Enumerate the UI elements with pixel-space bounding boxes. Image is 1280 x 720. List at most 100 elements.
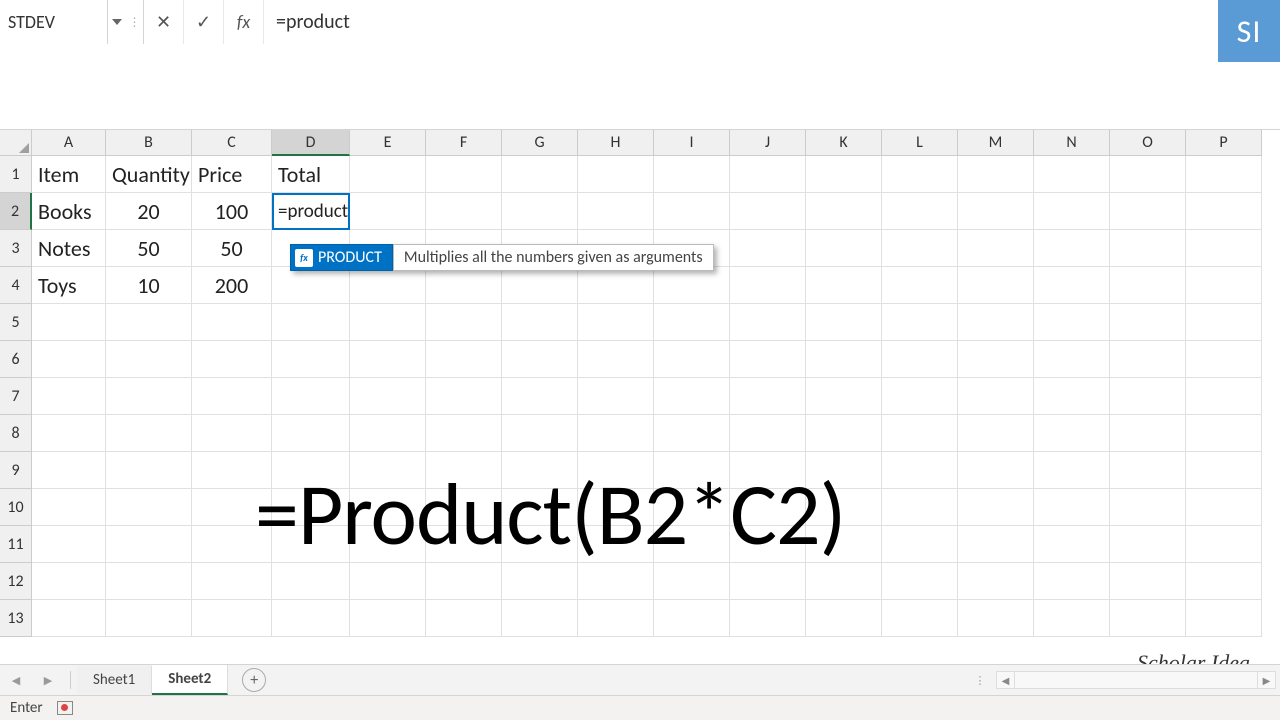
- cell[interactable]: [730, 341, 806, 378]
- formula-input[interactable]: [264, 0, 1218, 44]
- col-header-J[interactable]: J: [730, 130, 806, 156]
- cell[interactable]: [32, 378, 106, 415]
- col-header-O[interactable]: O: [1110, 130, 1186, 156]
- cell[interactable]: [654, 563, 730, 600]
- cell[interactable]: [350, 341, 426, 378]
- cell[interactable]: [882, 563, 958, 600]
- cell[interactable]: [426, 600, 502, 637]
- cell[interactable]: [882, 341, 958, 378]
- cell[interactable]: [192, 415, 272, 452]
- cell-C1[interactable]: Price: [192, 156, 272, 193]
- row-header-2[interactable]: 2: [0, 193, 32, 230]
- cell[interactable]: [350, 600, 426, 637]
- cell[interactable]: [272, 304, 350, 341]
- enter-button[interactable]: ✓: [184, 0, 224, 44]
- cell[interactable]: [1186, 489, 1262, 526]
- cell[interactable]: [106, 452, 192, 489]
- cell[interactable]: [272, 341, 350, 378]
- cell-B2[interactable]: 20: [106, 193, 192, 230]
- col-header-P[interactable]: P: [1186, 130, 1262, 156]
- cell[interactable]: [578, 193, 654, 230]
- cell[interactable]: [1034, 526, 1110, 563]
- cell[interactable]: [730, 267, 806, 304]
- cell[interactable]: [32, 341, 106, 378]
- col-header-H[interactable]: H: [578, 130, 654, 156]
- cell-A2[interactable]: Books: [32, 193, 106, 230]
- cell[interactable]: [730, 600, 806, 637]
- col-header-L[interactable]: L: [882, 130, 958, 156]
- cell[interactable]: [1110, 267, 1186, 304]
- cell[interactable]: [502, 341, 578, 378]
- cell-C3[interactable]: 50: [192, 230, 272, 267]
- cell-B4[interactable]: 10: [106, 267, 192, 304]
- cell[interactable]: [1186, 341, 1262, 378]
- cell[interactable]: [806, 304, 882, 341]
- cell[interactable]: [1110, 378, 1186, 415]
- cell[interactable]: [882, 230, 958, 267]
- cell[interactable]: [1110, 193, 1186, 230]
- cell[interactable]: [654, 415, 730, 452]
- cell[interactable]: [350, 563, 426, 600]
- cell[interactable]: [958, 415, 1034, 452]
- cell[interactable]: [730, 156, 806, 193]
- cell[interactable]: [1110, 415, 1186, 452]
- row-header-12[interactable]: 12: [0, 563, 32, 600]
- cell[interactable]: [730, 378, 806, 415]
- cell[interactable]: [958, 563, 1034, 600]
- row-header-7[interactable]: 7: [0, 378, 32, 415]
- cancel-button[interactable]: ✕: [144, 0, 184, 44]
- add-sheet-button[interactable]: +: [242, 668, 266, 692]
- cell[interactable]: [192, 563, 272, 600]
- cell[interactable]: [426, 415, 502, 452]
- row-header-9[interactable]: 9: [0, 452, 32, 489]
- cell[interactable]: [502, 563, 578, 600]
- row-header-4[interactable]: 4: [0, 267, 32, 304]
- cell[interactable]: [106, 600, 192, 637]
- cell[interactable]: [654, 156, 730, 193]
- cell[interactable]: [192, 304, 272, 341]
- cell[interactable]: [1186, 452, 1262, 489]
- cell[interactable]: [654, 378, 730, 415]
- cell[interactable]: [958, 452, 1034, 489]
- cell-C2[interactable]: 100: [192, 193, 272, 230]
- cell[interactable]: [426, 304, 502, 341]
- col-header-D[interactable]: D: [272, 130, 350, 156]
- cell[interactable]: [1110, 526, 1186, 563]
- cell[interactable]: [32, 600, 106, 637]
- cell[interactable]: [958, 304, 1034, 341]
- cell[interactable]: [958, 378, 1034, 415]
- cell[interactable]: [730, 230, 806, 267]
- row-header-13[interactable]: 13: [0, 600, 32, 637]
- horizontal-scrollbar[interactable]: ◀ ▶: [996, 671, 1276, 689]
- cell[interactable]: [958, 267, 1034, 304]
- cell[interactable]: [350, 193, 426, 230]
- cell[interactable]: [1034, 193, 1110, 230]
- cell[interactable]: [1034, 267, 1110, 304]
- cell[interactable]: [882, 378, 958, 415]
- col-header-B[interactable]: B: [106, 130, 192, 156]
- scroll-right-icon[interactable]: ▶: [1257, 672, 1275, 688]
- macro-record-icon[interactable]: [57, 701, 73, 715]
- cell[interactable]: [502, 304, 578, 341]
- cell[interactable]: [1034, 415, 1110, 452]
- cell[interactable]: [1186, 415, 1262, 452]
- row-header-6[interactable]: 6: [0, 341, 32, 378]
- cell[interactable]: [1186, 193, 1262, 230]
- function-autocomplete[interactable]: fx PRODUCT Multiplies all the numbers gi…: [290, 244, 714, 271]
- cell[interactable]: [1110, 341, 1186, 378]
- name-box-dropdown[interactable]: [108, 0, 126, 44]
- cell[interactable]: [1110, 304, 1186, 341]
- cell[interactable]: [958, 156, 1034, 193]
- cell[interactable]: [1034, 489, 1110, 526]
- cell[interactable]: [1110, 230, 1186, 267]
- cell[interactable]: [32, 563, 106, 600]
- cell[interactable]: [502, 415, 578, 452]
- cell[interactable]: [882, 489, 958, 526]
- cell[interactable]: [806, 415, 882, 452]
- cell[interactable]: [1034, 156, 1110, 193]
- cell[interactable]: [654, 267, 730, 304]
- cell[interactable]: [1034, 341, 1110, 378]
- cell[interactable]: [106, 526, 192, 563]
- cell[interactable]: [1186, 563, 1262, 600]
- cell[interactable]: [882, 452, 958, 489]
